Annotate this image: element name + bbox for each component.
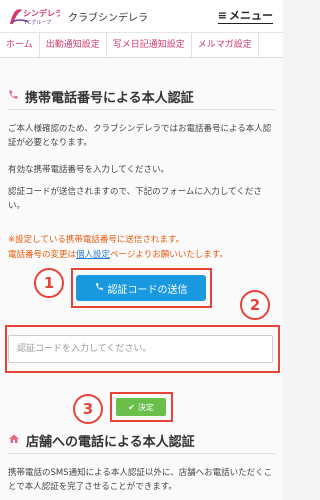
- nav-item-attendance-notify[interactable]: 出勤通知設定: [40, 33, 107, 57]
- store-auth-title-text: 店舗への電話による本人認証: [26, 435, 195, 450]
- annotation-number-1: 1: [34, 268, 64, 298]
- nav-item-home[interactable]: ホーム: [0, 33, 40, 57]
- warning-sent-text: ※設定している携帯電話番号に送信されます。: [8, 235, 185, 245]
- phone-auth-title-text: 携帯電話番号による本人認証: [25, 91, 194, 106]
- menu-label: メニュー: [229, 9, 273, 22]
- store-auth-text: 携帯電話のSMS通知による本人認証以外に、店舗へお電話いただくことで本人認証を完…: [8, 468, 273, 492]
- svg-text:シンデレラ: シンデレラ: [23, 8, 60, 18]
- warning-change-suffix: ページよりお願いいたします。: [110, 250, 228, 260]
- annotation-box-1: [71, 268, 212, 308]
- site-name: クラブシンデレラ: [68, 13, 148, 24]
- section-divider: [8, 453, 275, 454]
- app-header: シンデレラ FCグループ クラブシンデレラ ≡ メニュー: [0, 0, 283, 33]
- svg-text:FCグループ: FCグループ: [25, 19, 51, 26]
- warning-change-prefix: 電話番号の変更は: [8, 250, 77, 260]
- code-sent-text: 認証コードが送信されますので、下記のフォームに入力してください。: [8, 187, 262, 211]
- section-divider: [8, 109, 275, 110]
- nav-item-photo-diary-notify[interactable]: 写メ日記通知設定: [107, 33, 192, 57]
- personal-settings-link[interactable]: 個人設定: [76, 250, 110, 260]
- phone-auth-title: 携帯電話番号による本人認証: [8, 87, 194, 106]
- warning-change-text: 電話番号の変更は個人設定ページよりお願いいたします。: [8, 248, 273, 262]
- phone-icon: [8, 89, 19, 104]
- top-nav: ホーム 出勤通知設定 写メ日記通知設定 メルマガ設定: [0, 33, 283, 58]
- home-icon: [8, 433, 20, 449]
- hamburger-icon: ≡: [217, 9, 227, 22]
- nav-item-mail-magazine[interactable]: メルマガ設定: [192, 33, 259, 57]
- annotation-box-2: [5, 325, 280, 373]
- menu-button[interactable]: ≡ メニュー: [217, 7, 273, 24]
- store-auth-title: 店舗への電話による本人認証: [8, 431, 195, 450]
- auth-intro-text: ご本人様確認のため、クラブシンデレラではお電話番号による本人認証が必要となります…: [8, 124, 272, 148]
- site-logo[interactable]: シンデレラ FCグループ: [6, 4, 63, 28]
- annotation-number-3: 3: [73, 394, 103, 424]
- enter-phone-text: 有効な携帯電話番号を入力してください。: [8, 165, 169, 175]
- annotation-box-3: [110, 392, 173, 422]
- annotation-number-2: 2: [240, 290, 270, 320]
